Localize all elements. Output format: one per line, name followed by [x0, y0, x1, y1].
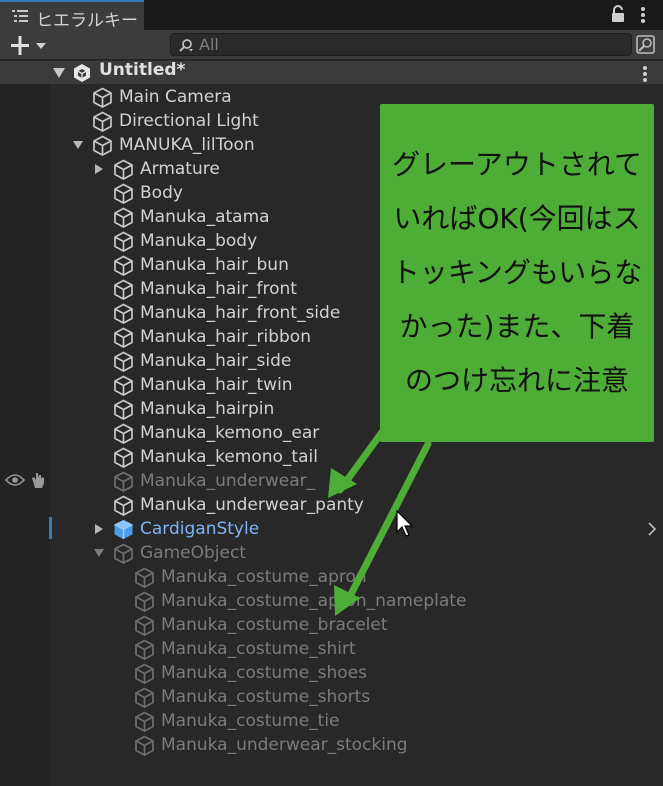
visibility-eye-icon[interactable]	[5, 473, 25, 487]
gameobject-cube-icon	[114, 159, 133, 180]
hierarchy-row-label: Manuka_hairpin	[140, 399, 275, 419]
add-object-button[interactable]	[8, 34, 52, 56]
pickable-hand-icon[interactable]	[30, 471, 46, 489]
search-icon	[179, 39, 193, 52]
gameobject-cube-icon	[114, 183, 133, 204]
gameobject-cube-icon	[114, 471, 133, 492]
hierarchy-row-label: Body	[140, 183, 183, 203]
hierarchy-row-label: Manuka_hair_twin	[140, 375, 293, 395]
hierarchy-row[interactable]: Manuka_costume_tie	[0, 709, 663, 733]
hierarchy-row-label: Manuka_kemono_ear	[140, 423, 320, 443]
gameobject-cube-icon	[114, 303, 133, 324]
gameobject-cube-icon	[135, 591, 154, 612]
hierarchy-row-label: Manuka_costume_apron_nameplate	[161, 591, 467, 611]
tab-title: ヒエラルキー	[36, 11, 138, 31]
gameobject-cube-icon	[114, 231, 133, 252]
hierarchy-row[interactable]: Manuka_underwear_	[0, 469, 663, 493]
hierarchy-row[interactable]: Manuka_costume_bracelet	[0, 613, 663, 637]
hierarchy-row-label: Manuka_body	[140, 231, 258, 251]
tab-menu-kebab-icon[interactable]	[640, 6, 646, 24]
scene-header[interactable]: Untitled*	[0, 60, 663, 84]
hierarchy-row-label: Manuka_hair_bun	[140, 255, 289, 275]
hierarchy-row-label: Manuka_kemono_tail	[140, 447, 318, 467]
hierarchy-row-label: Manuka_hair_ribbon	[140, 327, 311, 347]
hierarchy-row-label: Manuka_hair_front	[140, 279, 297, 299]
tab-hierarchy[interactable]: ヒエラルキー	[0, 0, 144, 31]
gameobject-cube-icon	[114, 447, 133, 468]
hierarchy-row-label: Armature	[140, 159, 220, 179]
gameobject-cube-icon	[135, 687, 154, 708]
hierarchy-row-label: Manuka_underwear_	[140, 471, 316, 491]
lock-icon[interactable]	[611, 5, 625, 23]
gameobject-cube-icon	[114, 375, 133, 396]
hierarchy-row[interactable]: Manuka_kemono_tail	[0, 445, 663, 469]
hierarchy-row-label: Manuka_costume_apron	[161, 567, 367, 587]
gameobject-cube-icon	[114, 495, 133, 516]
hierarchy-row-label: Manuka_costume_shirt	[161, 639, 356, 659]
gameobject-cube-icon	[135, 567, 154, 588]
gameobject-cube-icon	[114, 279, 133, 300]
search-box[interactable]	[170, 33, 632, 56]
gameobject-cube-icon	[114, 423, 133, 444]
hierarchy-row-label: CardiganStyle	[140, 519, 260, 539]
prefab-cube-icon	[114, 520, 133, 539]
gameobject-cube-icon	[93, 111, 112, 132]
prefab-override-bar	[49, 517, 52, 539]
gameobject-cube-icon	[114, 255, 133, 276]
gameobject-cube-icon	[114, 543, 133, 564]
hierarchy-row-label: Manuka_costume_shoes	[161, 663, 368, 683]
annotation-text: グレーアウトされていればOK(今回はストッキングもいらなかった)また、下着のつけ…	[391, 148, 643, 397]
hierarchy-toolbar	[0, 30, 663, 60]
scene-title: Untitled*	[99, 60, 186, 80]
hierarchy-row-label: Manuka_atama	[140, 207, 270, 227]
collapsed-arrow-icon[interactable]	[94, 164, 104, 174]
hierarchy-row[interactable]: Manuka_costume_shirt	[0, 637, 663, 661]
hierarchy-row-label: Manuka_hair_front_side	[140, 303, 341, 323]
collapsed-arrow-icon[interactable]	[94, 524, 104, 534]
hierarchy-row[interactable]: Manuka_costume_shorts	[0, 685, 663, 709]
hierarchy-row-label: Manuka_costume_shorts	[161, 687, 371, 707]
scene-menu-kebab-icon[interactable]	[642, 65, 648, 83]
hierarchy-row[interactable]: Manuka_costume_apron	[0, 565, 663, 589]
gameobject-cube-icon	[114, 327, 133, 348]
gameobject-cube-icon	[135, 663, 154, 684]
chevron-right-icon[interactable]	[648, 522, 656, 536]
hierarchy-row-label: Manuka_underwear_stocking	[161, 735, 408, 755]
gameobject-cube-icon	[135, 615, 154, 636]
gameobject-cube-icon	[135, 639, 154, 660]
gameobject-cube-icon	[114, 207, 133, 228]
annotation-callout: グレーアウトされていればOK(今回はストッキングもいらなかった)また、下着のつけ…	[380, 104, 654, 442]
hierarchy-row-label: GameObject	[140, 543, 246, 563]
expanded-arrow-icon[interactable]	[94, 548, 104, 558]
hierarchy-row[interactable]: CardiganStyle	[0, 517, 663, 541]
search-mode-icon[interactable]	[635, 34, 657, 56]
hierarchy-row[interactable]: Manuka_costume_shoes	[0, 661, 663, 685]
unity-scene-icon	[74, 64, 90, 82]
gameobject-cube-icon	[135, 735, 154, 756]
hierarchy-row[interactable]: Manuka_costume_apron_nameplate	[0, 589, 663, 613]
hierarchy-row-label: Directional Light	[119, 111, 259, 131]
expanded-arrow-icon[interactable]	[73, 140, 83, 150]
hierarchy-row-label: Manuka_costume_tie	[161, 711, 340, 731]
gameobject-cube-icon	[114, 399, 133, 420]
search-input[interactable]	[199, 34, 619, 55]
gameobject-cube-icon	[93, 135, 112, 156]
gameobject-cube-icon	[135, 711, 154, 732]
hierarchy-row[interactable]: Manuka_underwear_stocking	[0, 733, 663, 757]
hierarchy-row-label: Manuka_costume_bracelet	[161, 615, 388, 635]
hierarchy-row[interactable]: GameObject	[0, 541, 663, 565]
hierarchy-row-label: Manuka_hair_side	[140, 351, 292, 371]
gameobject-cube-icon	[114, 351, 133, 372]
hierarchy-row-label: Main Camera	[119, 87, 232, 107]
hierarchy-row[interactable]: Manuka_underwear_panty	[0, 493, 663, 517]
hierarchy-list-icon	[12, 10, 28, 22]
expand-arrow-icon[interactable]	[53, 68, 65, 78]
mouse-cursor-icon	[396, 510, 414, 537]
hierarchy-row-label: MANUKA_lilToon	[119, 135, 255, 155]
gameobject-cube-icon	[93, 87, 112, 108]
hierarchy-row-label: Manuka_underwear_panty	[140, 495, 364, 515]
tab-bar: ヒエラルキー	[0, 0, 663, 31]
